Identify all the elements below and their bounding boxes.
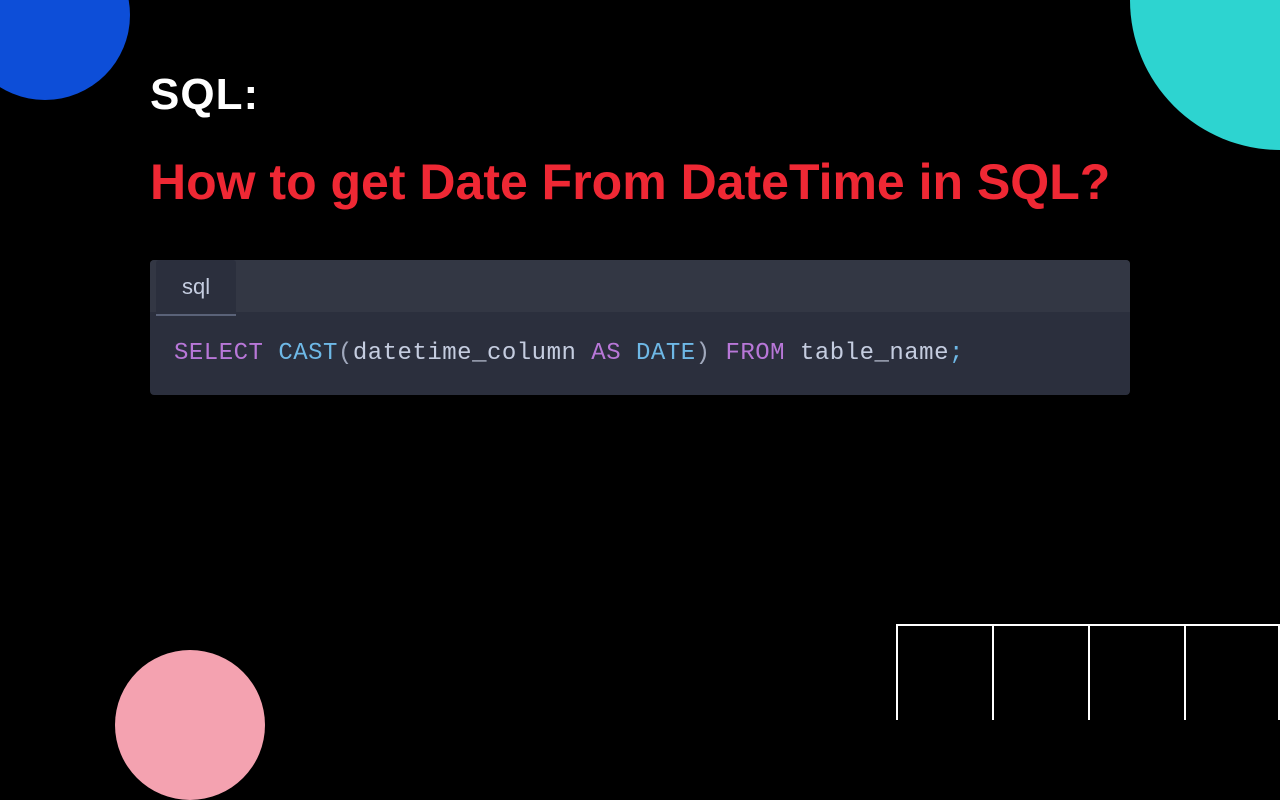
token-close-paren: ) xyxy=(696,340,711,367)
main-content: SQL: How to get Date From DateTime in SQ… xyxy=(150,70,1130,395)
code-tab-bar: sql xyxy=(150,260,1130,312)
token-date: DATE xyxy=(636,340,696,367)
token-column: datetime_column xyxy=(353,340,577,367)
decorative-quarter-cyan xyxy=(1130,0,1280,150)
decorative-circle-pink xyxy=(115,650,265,800)
token-table: table_name xyxy=(800,340,949,367)
token-open-paren: ( xyxy=(338,340,353,367)
token-select: SELECT xyxy=(174,340,263,367)
code-block: sql SELECT CAST(datetime_column AS DATE)… xyxy=(150,260,1130,395)
title-question: How to get Date From DateTime in SQL? xyxy=(150,144,1130,222)
code-content: SELECT CAST(datetime_column AS DATE) FRO… xyxy=(150,312,1130,395)
token-semicolon: ; xyxy=(949,340,964,367)
title-prefix: SQL: xyxy=(150,70,1130,120)
grid-cell xyxy=(1184,624,1280,720)
grid-cell xyxy=(896,624,992,720)
decorative-grid xyxy=(896,624,1280,720)
code-tab-sql[interactable]: sql xyxy=(156,260,236,316)
token-from: FROM xyxy=(725,340,785,367)
token-cast: CAST xyxy=(278,340,338,367)
decorative-circle-blue xyxy=(0,0,130,100)
token-as: AS xyxy=(591,340,621,367)
grid-cell xyxy=(1088,624,1184,720)
grid-cell xyxy=(992,624,1088,720)
